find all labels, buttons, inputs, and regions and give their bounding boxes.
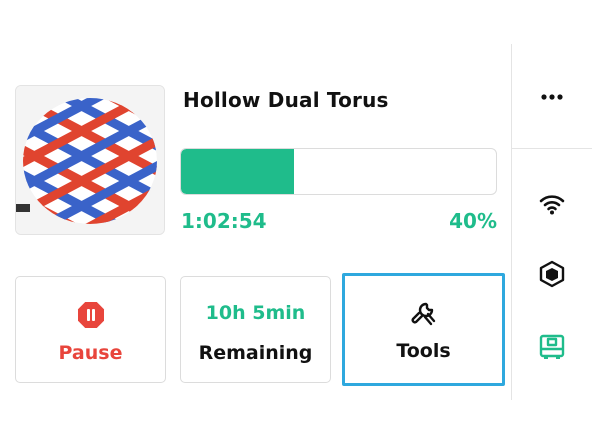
pause-button[interactable]: Pause — [15, 276, 166, 383]
model-view-button[interactable] — [535, 257, 569, 291]
tools-button[interactable]: Tools — [342, 273, 505, 386]
remaining-time-card: 10h 5min Remaining — [180, 276, 331, 383]
sidebar-divider — [511, 44, 512, 400]
printer-status-button[interactable] — [535, 329, 569, 363]
printer-icon — [539, 334, 565, 359]
wrench-icon — [411, 302, 435, 326]
remaining-time-value: 10h 5min — [205, 302, 306, 324]
progress-percent: 40% — [449, 209, 497, 233]
pause-icon — [77, 302, 104, 328]
more-options-button[interactable] — [535, 80, 569, 114]
more-icon — [541, 94, 563, 100]
progress-bar-fill — [181, 149, 295, 194]
tools-label: Tools — [396, 340, 451, 362]
sidebar-separator — [511, 148, 592, 149]
cube-icon — [539, 260, 565, 288]
torus-model-image — [16, 86, 164, 234]
remaining-label: Remaining — [198, 342, 313, 364]
progress-bar — [180, 148, 497, 195]
wifi-status[interactable] — [535, 187, 569, 221]
pause-label: Pause — [58, 342, 123, 364]
print-thumbnail — [15, 85, 165, 235]
wifi-icon — [539, 195, 565, 215]
elapsed-time: 1:02:54 — [181, 209, 267, 233]
job-title: Hollow Dual Torus — [183, 88, 389, 112]
